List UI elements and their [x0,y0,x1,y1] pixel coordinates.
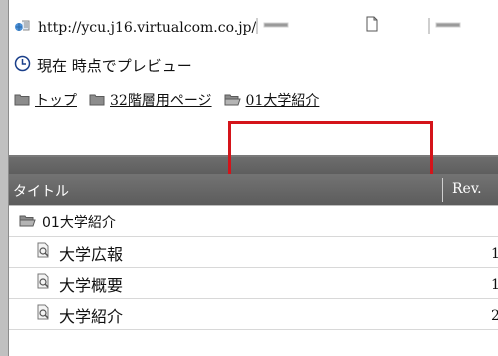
preview-time-row[interactable]: 現在 時点でプレビュー [14,54,192,76]
column-divider [442,178,443,202]
toolbar-separator [428,18,430,34]
row-title: 01大学紹介 [42,214,116,231]
toolbar-divider [9,155,498,157]
breadcrumb: トップ 32階層用ページ 01大学紹介 [14,88,331,112]
table-row[interactable]: 大学紹介 2 [9,300,498,330]
row-title: 大学広報 [59,244,124,264]
column-header-rev[interactable]: Rev. [452,181,482,197]
breadcrumb-label: 01大学紹介 [245,93,320,109]
page-search-icon [35,273,53,295]
row-rev: 1 [491,277,498,293]
folder-open-icon [224,91,241,110]
row-rev: 2 [491,308,498,324]
folder-icon [14,91,30,110]
page-toolbar [9,138,498,174]
new-page-button[interactable]: 新規ページ [262,15,379,35]
row-title: 大学概要 [59,275,124,295]
row-rev: 1 [491,246,498,262]
column-header-title[interactable]: タイトル [13,181,69,201]
table-row[interactable]: 大学概要 1 [9,269,498,299]
site-url-text: http://ycu.j16.virtualcom.co.jp/ [38,20,257,36]
site-url-row[interactable]: http://ycu.j16.virtualcom.co.jp/ [14,18,256,38]
table-header: タイトル Rev. [9,174,498,206]
dash-icon [262,19,290,32]
document-icon [365,16,379,35]
table-row[interactable]: 大学広報 1 [9,238,498,268]
toolbar-separator [256,18,258,34]
breadcrumb-label: 32階層用ページ [110,93,212,109]
dash-icon [434,19,462,32]
preview-label: 現在 時点でプレビュー [37,56,192,75]
folder-icon [89,91,105,110]
globe-icon [14,18,32,38]
breadcrumb-item-university-intro[interactable]: 01大学紹介 [224,90,320,110]
new-page-label: 新規ページ [302,19,357,32]
table-row[interactable]: 01大学紹介 [9,207,498,237]
new-folder-button-partial[interactable]: 新規 [434,15,492,35]
left-frame-border [0,0,9,356]
new-folder-label-partial: 新規 [470,19,492,32]
clock-icon [14,55,31,76]
page-search-icon [35,242,53,264]
breadcrumb-item-top[interactable]: トップ [14,90,77,110]
breadcrumb-label: トップ [35,93,77,109]
folder-open-icon [19,212,36,231]
row-title: 大学紹介 [59,306,124,326]
page-search-icon [35,304,53,326]
breadcrumb-item-32-level[interactable]: 32階層用ページ [89,90,212,110]
